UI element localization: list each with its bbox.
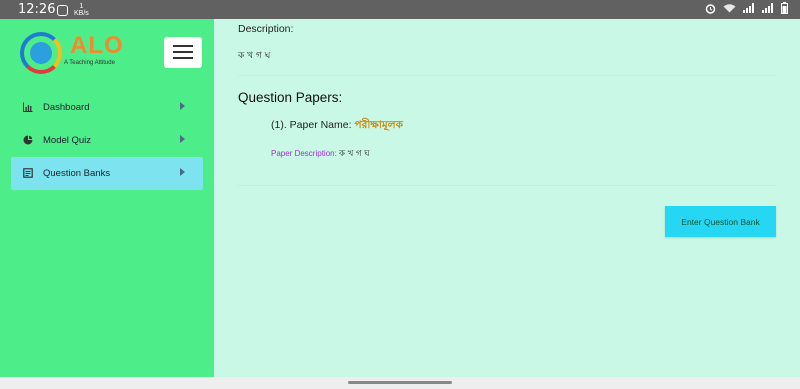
status-time: 12:26: [18, 2, 56, 17]
status-left-icons: 1 KB/s: [57, 3, 89, 17]
sidebar-item-label: Dashboard: [43, 102, 90, 113]
signal-icon-2: [762, 3, 773, 13]
sidebar-item-label: Model Quiz: [43, 135, 92, 146]
description-value: ক খ গ ঘ: [238, 51, 271, 61]
paper-name-prefix: (1). Paper Name:: [271, 119, 352, 131]
hamburger-icon: [173, 45, 193, 47]
status-right-icons: [705, 2, 788, 14]
enter-question-bank-button[interactable]: Enter Question Bank: [665, 206, 776, 237]
pie-chart-icon: [23, 135, 33, 145]
battery-icon: [781, 2, 788, 14]
logo-text: ALO: [70, 32, 124, 59]
paper-description-label: Paper Description:: [271, 149, 337, 158]
main-content: Description: ক খ গ ঘ Question Papers: (1…: [214, 19, 800, 377]
divider: [238, 75, 776, 76]
logo-tagline: A Teaching Attitude: [64, 60, 115, 66]
logo[interactable]: ALO A Teaching Attitude: [20, 32, 130, 74]
paper-description: Paper Description: ক খ গ ঘ: [271, 147, 370, 161]
divider: [238, 185, 776, 186]
logo-globe-icon: [30, 42, 52, 64]
paper-name: (1). Paper Name: পরীক্ষামূলক: [271, 118, 403, 135]
status-bar: 12:26 1 KB/s: [0, 0, 800, 19]
sidebar-nav: Dashboard Model Quiz Question Banks: [11, 91, 203, 190]
document-icon: [23, 168, 33, 178]
gesture-handle[interactable]: [348, 381, 452, 384]
signal-icon: [743, 3, 754, 13]
paper-name-value: পরীক্ষামূলক: [354, 119, 403, 131]
wifi-icon: [723, 4, 736, 13]
chevron-right-icon: [180, 102, 185, 110]
alarm-icon: [705, 3, 716, 14]
sidebar-item-model-quiz[interactable]: Model Quiz: [11, 124, 203, 157]
chevron-right-icon: [180, 135, 185, 143]
question-papers-title: Question Papers:: [238, 90, 343, 105]
sidebar: ALO A Teaching Attitude Dashboard Model …: [0, 19, 214, 377]
app-notification-icon: [57, 4, 68, 16]
description-label: Description:: [238, 23, 294, 35]
sidebar-item-dashboard[interactable]: Dashboard: [11, 91, 203, 124]
data-speed: 1 KB/s: [74, 3, 89, 17]
bar-chart-icon: [23, 102, 33, 112]
menu-toggle-button[interactable]: [164, 37, 202, 68]
sidebar-item-label: Question Banks: [43, 168, 111, 179]
sidebar-item-question-banks[interactable]: Question Banks: [11, 157, 203, 190]
navigation-bar: [0, 377, 800, 389]
chevron-right-icon: [180, 168, 185, 176]
paper-description-value: ক খ গ ঘ: [339, 149, 370, 159]
